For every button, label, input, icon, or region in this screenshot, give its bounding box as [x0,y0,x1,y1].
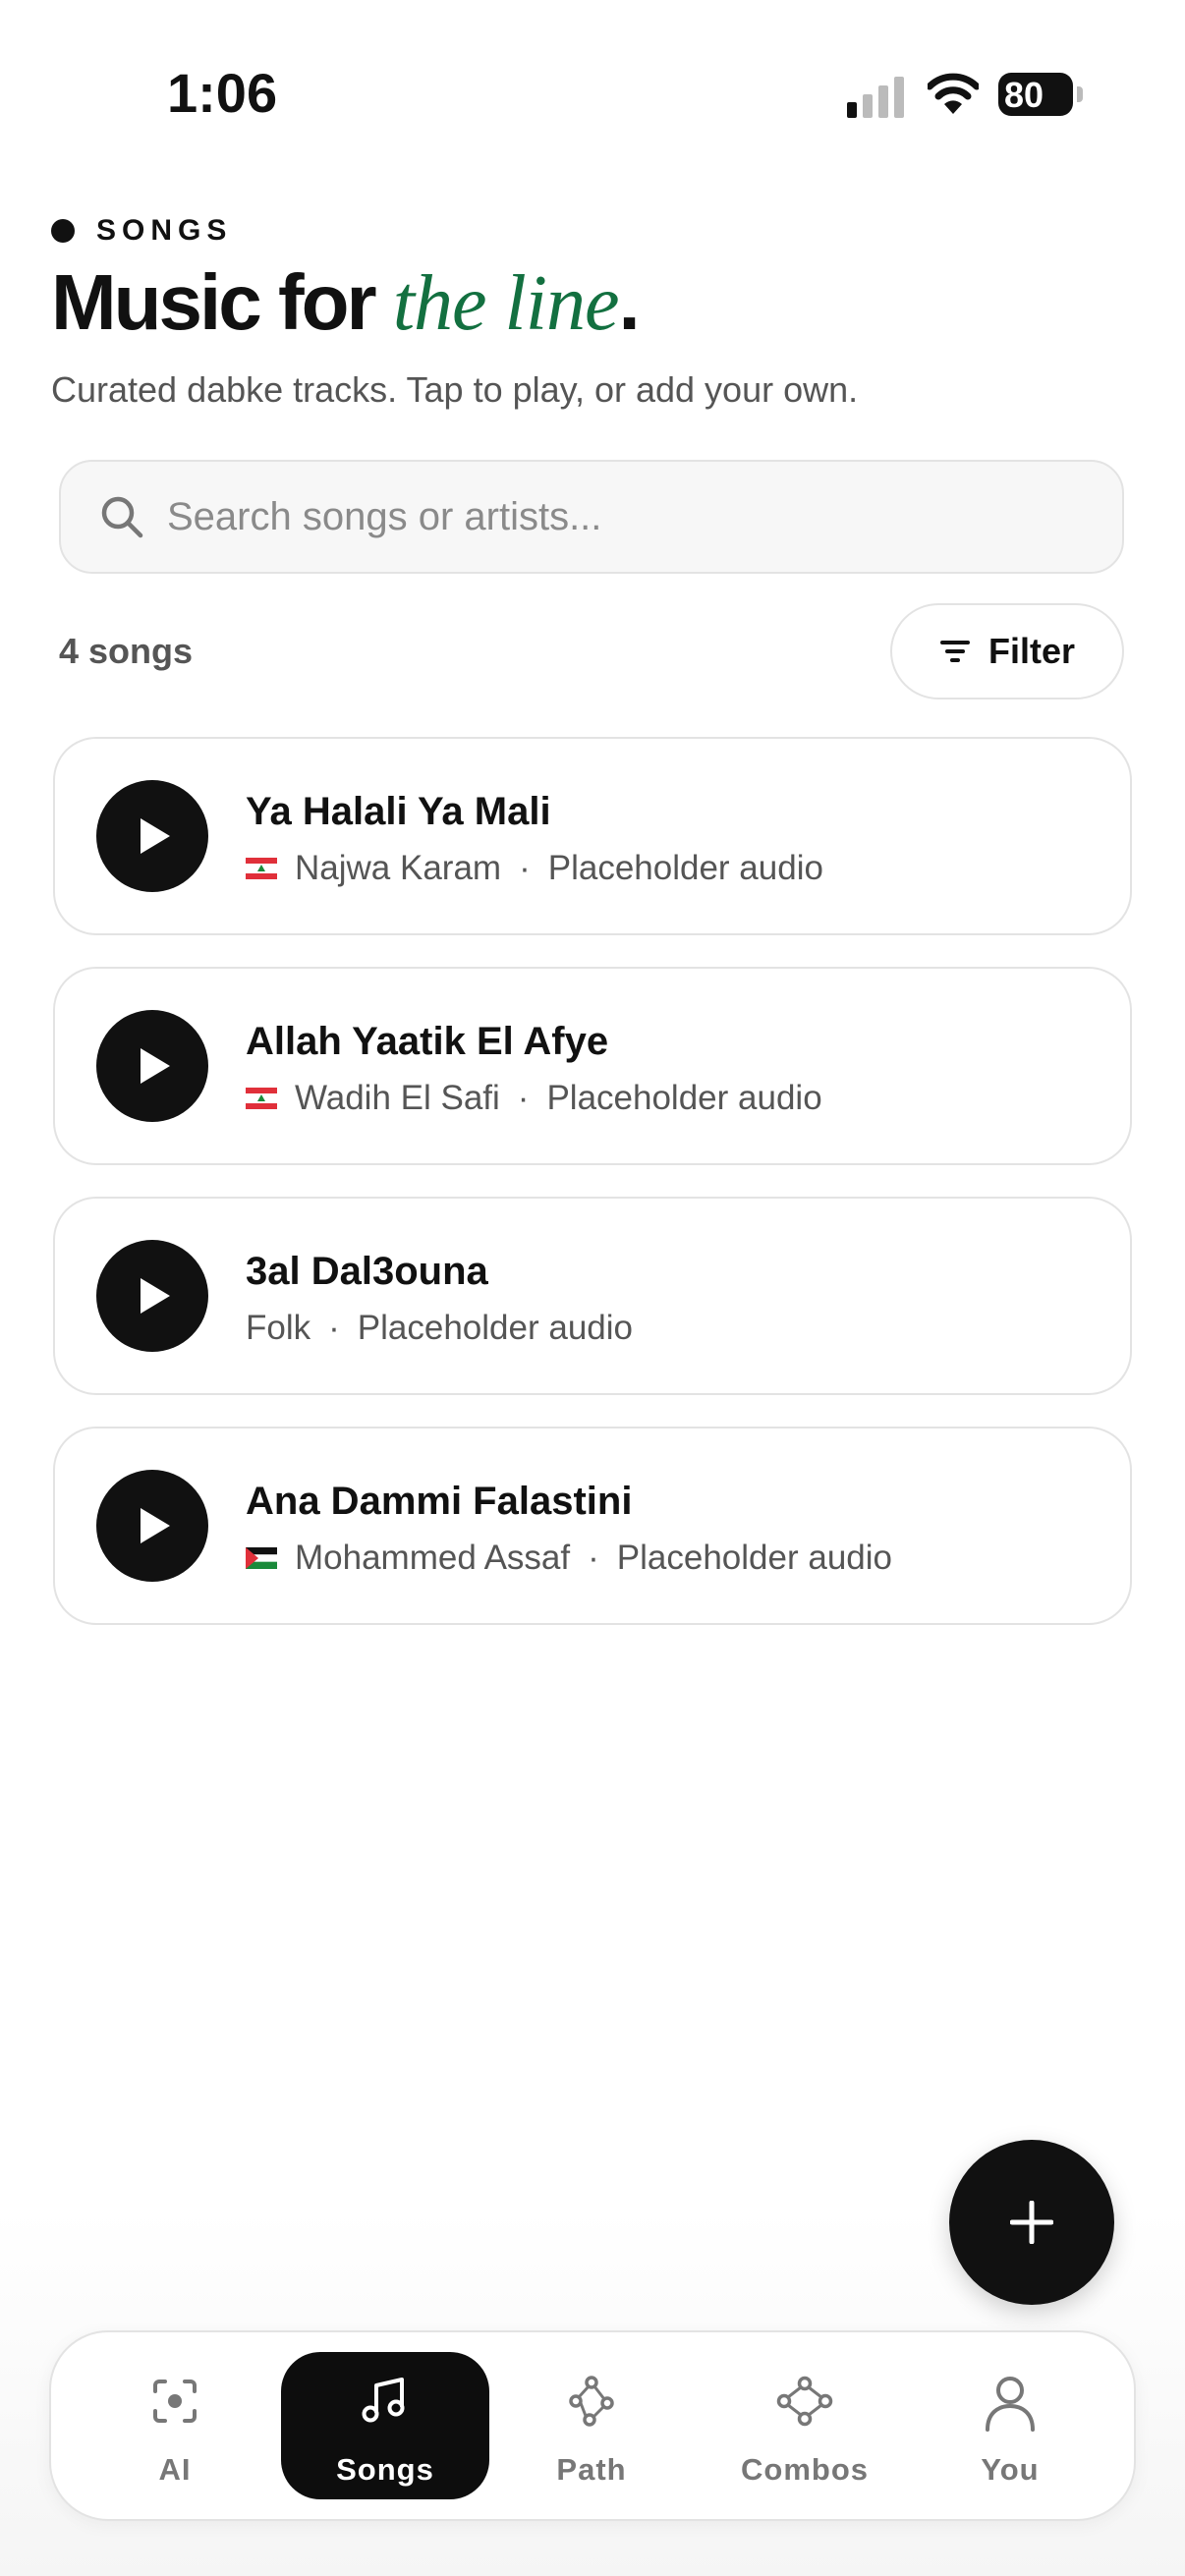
palestine-flag-icon [246,1547,277,1569]
nav-item-path[interactable]: Path [493,2352,690,2499]
song-audio-note: Placeholder audio [616,1539,892,1577]
song-audio-note: Placeholder audio [547,849,823,887]
title-prefix: Music for [51,258,393,346]
song-audio-note: Placeholder audio [546,1079,822,1117]
status-time: 1:06 [167,62,278,124]
nav-item-combos[interactable]: Combos [702,2352,908,2499]
song-meta: Mohammed Assaf · Placeholder audio [246,1539,892,1578]
lebanon-flag-icon [246,1088,277,1109]
filter-icon [939,641,970,662]
title-suffix: . [618,258,641,346]
plus-icon [1010,2201,1053,2244]
play-button[interactable] [96,1240,208,1352]
play-icon [141,1048,170,1084]
song-meta: Folk · Placeholder audio [246,1309,633,1348]
song-title: Ya Halali Ya Mali [246,790,551,833]
nav-label: You [981,2452,1040,2487]
song-meta: Wadih El Safi · Placeholder audio [246,1079,822,1118]
bottom-nav: AI Songs Path Combos You [49,2330,1136,2521]
song-audio-note: Placeholder audio [357,1309,633,1347]
song-artist: Folk [246,1309,311,1347]
cellular-signal-icon [847,77,904,118]
filter-label: Filter [988,631,1075,671]
page-subtitle: Curated dabke tracks. Tap to play, or ad… [51,369,859,410]
meta-separator: · [328,1309,340,1347]
song-card[interactable]: Ana Dammi Falastini Mohammed Assaf · Pla… [53,1427,1132,1625]
lebanon-flag-icon [246,858,277,879]
song-title: Ana Dammi Falastini [246,1480,633,1523]
song-title: 3al Dal3ouna [246,1250,488,1293]
song-artist: Najwa Karam [295,849,502,887]
play-button[interactable] [96,780,208,892]
meta-separator: · [517,1079,530,1117]
title-accent: the line [392,260,620,347]
song-card[interactable]: Allah Yaatik El Afye Wadih El Safi · Pla… [53,967,1132,1165]
eyebrow-dot-icon [51,219,75,243]
nav-item-you[interactable]: You [912,2352,1108,2499]
music-note-icon [362,2378,405,2423]
page-title: Music for the line. [51,257,641,349]
ai-scan-icon [153,2380,197,2423]
search-bar[interactable] [59,460,1124,574]
filter-button[interactable]: Filter [890,603,1124,700]
wifi-icon [928,73,979,114]
song-count: 4 songs [59,631,194,671]
play-button[interactable] [96,1470,208,1582]
eyebrow-label: SONGS [96,214,233,247]
song-meta: Najwa Karam · Placeholder audio [246,849,823,888]
meta-separator: · [519,849,531,887]
song-card[interactable]: Ya Halali Ya Mali Najwa Karam · Placehol… [53,737,1132,935]
play-icon [141,1508,170,1543]
play-icon [141,818,170,854]
person-icon [986,2377,1035,2432]
search-input[interactable] [165,493,1053,540]
nav-label: AI [158,2452,192,2487]
combos-icon [776,2376,833,2427]
song-card[interactable]: 3al Dal3ouna Folk · Placeholder audio [53,1197,1132,1395]
nav-item-ai[interactable]: AI [77,2352,273,2499]
play-icon [141,1278,170,1314]
add-song-button[interactable] [949,2140,1114,2305]
play-button[interactable] [96,1010,208,1122]
section-eyebrow: SONGS [51,214,232,248]
song-artist: Mohammed Assaf [295,1539,571,1577]
nav-label: Path [556,2452,627,2487]
nav-label: Combos [741,2452,869,2487]
search-icon [101,496,143,538]
meta-separator: · [588,1539,599,1577]
path-icon [569,2376,614,2427]
battery-level: 80 [1004,75,1044,115]
battery-indicator: 80 [998,73,1083,120]
nav-label: Songs [336,2452,434,2487]
song-title: Allah Yaatik El Afye [246,1020,609,1063]
nav-item-songs[interactable]: Songs [281,2352,489,2499]
song-artist: Wadih El Safi [295,1079,500,1117]
